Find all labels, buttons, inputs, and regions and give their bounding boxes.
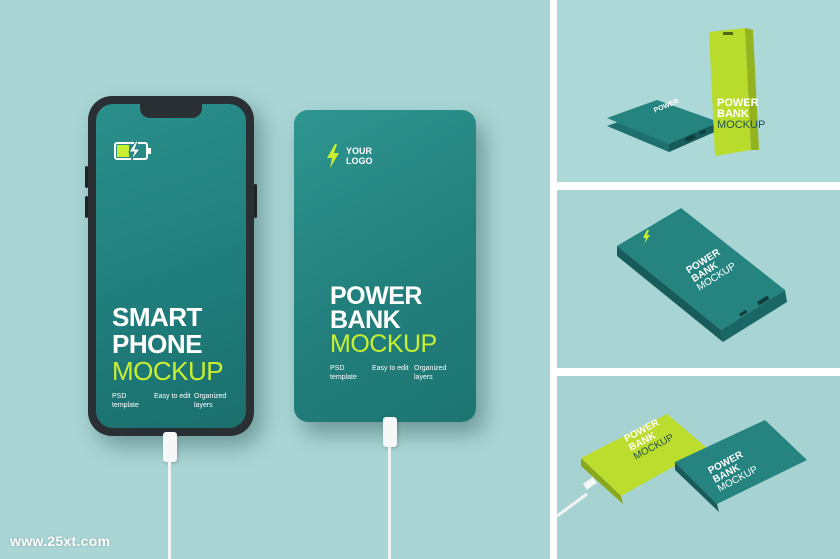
phone-volume-button: [85, 196, 88, 218]
phone-power-button: [254, 184, 257, 218]
thumb1-lime-accent: MOCKUP: [717, 119, 766, 131]
bank-logo-line: YOUR: [346, 146, 373, 156]
phone-cable: [168, 460, 171, 559]
thumbnail-1-illustration: [607, 28, 759, 156]
bank-cable: [388, 445, 391, 559]
phone-notch: [140, 104, 202, 118]
battery-charging-icon: [114, 140, 151, 162]
phone-volume-button: [85, 166, 88, 188]
power-bank: YOUR LOGO POWER BANK MOCKUP PSD template…: [294, 110, 476, 422]
phone-cable-plug: [163, 432, 177, 462]
phone-accent-line: MOCKUP: [112, 356, 224, 386]
main-mockup-panel: SMART PHONE MOCKUP PSD template Easy to …: [0, 0, 550, 559]
bank-feature: Organized layers: [414, 365, 447, 381]
bank-feature: Easy to edit: [372, 365, 409, 372]
bank-logo-line: LOGO: [346, 156, 373, 166]
thumbnail-3-illustration: [557, 414, 807, 518]
phone-feature: Easy to edit: [154, 393, 191, 400]
phone-title-line: PHONE: [112, 329, 202, 359]
lightning-logo-icon: [327, 144, 339, 168]
thumb1-lime-text: POWER BANK MOCKUP: [717, 98, 765, 131]
thumbnail-standing-bank: POWER POWER BANK MOCKUP: [557, 0, 840, 182]
phone-screen: SMART PHONE MOCKUP PSD template Easy to …: [96, 104, 246, 428]
bank-feature: PSD template: [330, 365, 357, 381]
bank-accent-line: MOCKUP: [330, 330, 437, 358]
phone-title-line: SMART: [112, 302, 202, 332]
thumbnail-two-banks: POWER BANK MOCKUP POWER BANK MOCKUP: [557, 376, 840, 559]
phone-feature: Organized layers: [194, 393, 227, 409]
watermark: www.25xt.com: [10, 533, 111, 549]
phone-feature: PSD template: [112, 393, 139, 409]
smartphone: SMART PHONE MOCKUP PSD template Easy to …: [85, 96, 257, 436]
bank-cable-plug: [383, 417, 397, 447]
thumbnail-angled-bank: POWER BANK MOCKUP: [557, 190, 840, 368]
